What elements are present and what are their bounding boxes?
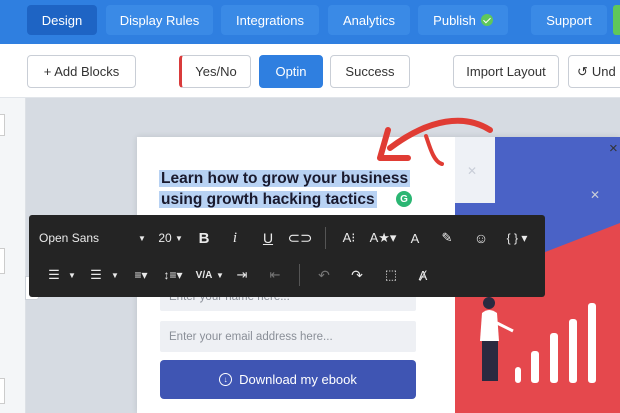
sidebar-handle[interactable] [0, 248, 5, 274]
line-height-icon[interactable]: A⁝ [339, 227, 359, 249]
bold-icon[interactable]: B [194, 227, 214, 249]
email-placeholder: Enter your email address here... [169, 330, 333, 343]
nav-analytics-label: Analytics [342, 12, 396, 28]
toolbar-divider [325, 227, 326, 249]
italic-icon[interactable]: i [225, 227, 245, 249]
import-layout-button[interactable]: Import Layout [453, 55, 559, 88]
email-input[interactable]: Enter your email address here... [160, 321, 416, 352]
outdent-icon[interactable]: ⇤ [265, 264, 285, 286]
add-blocks-button[interactable]: + Add Blocks [27, 55, 136, 88]
chevron-down-icon[interactable]: ▼ [67, 264, 77, 286]
align-icon[interactable]: ≡▾ [127, 264, 155, 286]
svg-text:✕: ✕ [467, 164, 477, 178]
left-sidebar [0, 98, 26, 413]
add-blocks-label: + Add Blocks [43, 64, 120, 79]
svg-text:✕: ✕ [590, 188, 600, 202]
chevron-down-icon[interactable]: ▼ [110, 264, 120, 286]
chevron-down-icon[interactable]: ▼ [174, 227, 184, 249]
headline-line-1: Learn how to grow your business [159, 170, 411, 187]
optin-label: Optin [275, 64, 307, 79]
popup-headline[interactable]: Learn how to grow your business using gr… [159, 168, 419, 210]
yes-no-view-tab[interactable]: Yes/No [179, 55, 251, 88]
nav-design-tab[interactable]: Design [27, 5, 97, 35]
merge-tags-icon[interactable]: { } ▾ [501, 227, 533, 249]
optin-view-tab[interactable]: Optin [259, 55, 323, 88]
redo-icon[interactable]: ↷ [347, 264, 367, 286]
editor-toolbar: + Add Blocks Yes/No Optin Success Import… [0, 44, 620, 98]
top-navigation: Design Display Rules Integrations Analyt… [0, 0, 620, 44]
font-family-value: Open Sans [39, 231, 100, 245]
success-view-tab[interactable]: Success [330, 55, 410, 88]
grammarly-icon[interactable]: G [396, 191, 412, 207]
yes-no-label: Yes/No [195, 64, 237, 79]
line-spacing-icon[interactable]: ↕≡▾ [159, 264, 187, 286]
nav-support-label: Support [546, 12, 592, 28]
sidebar-handle[interactable] [0, 114, 5, 136]
nav-analytics-tab[interactable]: Analytics [328, 5, 410, 35]
clear-formatting-icon[interactable]: Ⱥ [413, 264, 433, 286]
select-all-icon[interactable]: ⬚ [381, 264, 401, 286]
success-label: Success [345, 64, 395, 79]
highlight-icon[interactable]: ✎ [437, 227, 457, 249]
font-family-select[interactable]: Open Sans [39, 227, 139, 249]
text-color-icon[interactable]: A [407, 227, 423, 249]
nav-design-label: Design [41, 12, 83, 28]
emoji-icon[interactable]: ☺ [471, 227, 491, 249]
published-check-icon [480, 14, 493, 26]
close-icon[interactable]: × [609, 140, 620, 157]
nav-display-rules-tab[interactable]: Display Rules [106, 5, 213, 35]
indent-icon[interactable]: ⇥ [232, 264, 252, 286]
headline-line-2: using growth hacking tactics [159, 191, 377, 208]
import-layout-label: Import Layout [466, 64, 546, 79]
undo-button[interactable]: ↺ Und [568, 55, 620, 88]
toolbar-divider [299, 264, 300, 286]
undo-label: Und [591, 64, 616, 79]
sidebar-handle[interactable] [0, 378, 5, 404]
numbered-list-icon[interactable]: ☰ [43, 264, 65, 286]
close-label: × [609, 140, 618, 157]
text-style-icon[interactable]: A★▾ [369, 227, 397, 249]
link-icon[interactable]: ⊂⊃ [287, 227, 312, 249]
nav-integrations-tab[interactable]: Integrations [221, 5, 319, 35]
annotation-arrow-icon [377, 117, 493, 166]
nav-support-button[interactable]: Support [531, 5, 607, 35]
nav-publish-label: Publish [433, 12, 476, 28]
font-size-value: 20 [158, 231, 172, 245]
nav-display-rules-label: Display Rules [119, 12, 200, 28]
download-icon: ↓ [219, 373, 233, 386]
download-ebook-button[interactable]: ↓ Download my ebook [160, 360, 416, 399]
cta-label: Download my ebook [239, 372, 357, 387]
bullet-list-icon[interactable]: ☰ [85, 264, 107, 286]
undo-icon[interactable]: ↶ [314, 264, 334, 286]
chevron-down-icon[interactable]: ▼ [137, 227, 147, 249]
font-size-select[interactable]: 20 [155, 227, 175, 249]
save-button-edge[interactable] [613, 5, 620, 35]
nav-integrations-label: Integrations [236, 12, 304, 28]
nav-publish-tab[interactable]: Publish [418, 5, 508, 35]
undo-icon: ↺ [577, 63, 588, 79]
text-format-toolbar: Open Sans ▼ 20 ▼ B i U ⊂⊃ A⁝ A★▾ A ✎ ☺ {… [29, 215, 545, 297]
chevron-down-icon[interactable]: ▼ [215, 264, 225, 286]
underline-icon[interactable]: U [258, 227, 278, 249]
letter-spacing-icon[interactable]: V/A [193, 264, 215, 286]
